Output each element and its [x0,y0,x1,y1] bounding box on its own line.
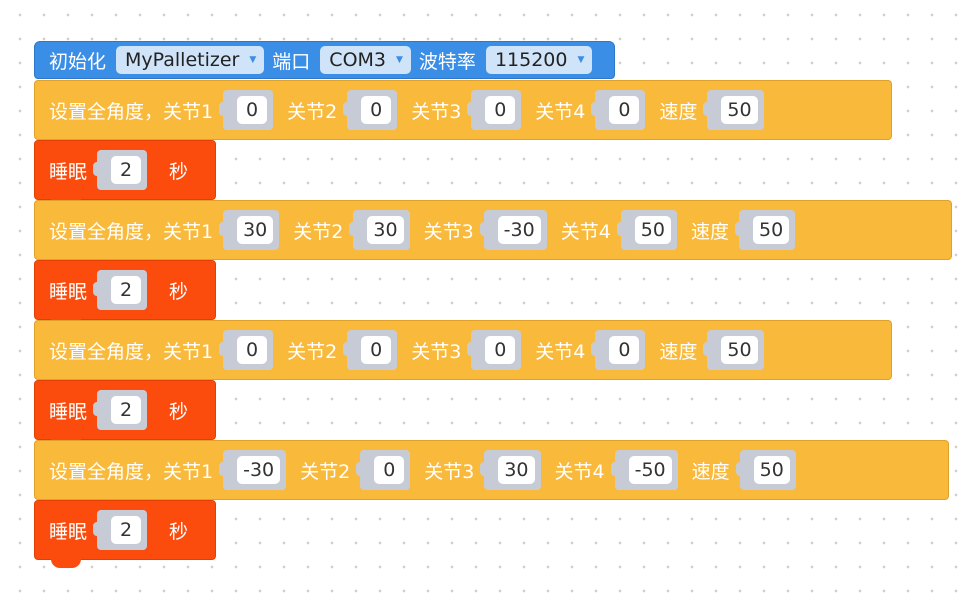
joint4-input[interactable]: 50 [634,216,671,244]
joint2-label: 关节2 [293,220,344,243]
joint4-label: 关节4 [535,340,586,363]
set-angles-label: 设置全角度，关节1 [49,340,214,363]
joint3-socket: 0 [467,90,522,130]
device-value: MyPalletizer [125,49,240,71]
device-dropdown[interactable]: MyPalletizer ▼ [116,46,265,74]
joint3-label: 关节3 [424,460,475,483]
speed-label: 速度 [659,100,698,123]
sleep-input[interactable]: 2 [111,396,142,424]
sleep-label: 睡眠 [49,280,88,303]
seconds-label: 秒 [169,280,189,303]
dropdown-arrow-icon: ▼ [396,55,403,65]
sleep-socket: 2 [93,150,148,190]
seconds-label: 秒 [169,160,189,183]
sleep-block[interactable]: 睡眠 2 秒 [34,500,216,568]
joint4-socket: 0 [591,330,646,370]
speed-input[interactable]: 50 [753,456,790,484]
joint3-input[interactable]: 0 [485,96,516,124]
joint3-socket: -30 [479,210,547,250]
joint4-socket: 50 [616,210,677,250]
speed-input[interactable]: 50 [753,216,790,244]
seconds-label: 秒 [169,400,189,423]
sleep-socket: 2 [93,390,148,430]
set-angles-block[interactable]: 设置全角度，关节1 0 关节2 0 关节3 0 关节4 0 速度 50 [34,320,892,380]
joint4-input[interactable]: -50 [628,456,672,484]
joint3-socket: 30 [480,450,541,490]
joint2-label: 关节2 [287,100,338,123]
speed-input[interactable]: 50 [721,336,758,364]
joint4-socket: -50 [610,450,678,490]
joint2-label: 关节2 [287,340,338,363]
sleep-input[interactable]: 2 [111,516,142,544]
baud-dropdown[interactable]: 115200 ▼ [485,46,593,74]
joint4-label: 关节4 [560,220,611,243]
joint4-input[interactable]: 0 [609,96,640,124]
joint3-label: 关节3 [411,100,462,123]
sleep-block[interactable]: 睡眠 2 秒 [34,140,216,208]
sleep-block[interactable]: 睡眠 2 秒 [34,260,216,328]
set-angles-block[interactable]: 设置全角度，关节1 0 关节2 0 关节3 0 关节4 0 速度 50 [34,80,892,140]
joint2-input[interactable]: 0 [361,96,392,124]
joint1-socket: 0 [219,330,274,370]
joint2-input[interactable]: 0 [361,336,392,364]
baud-label: 波特率 [418,50,476,73]
speed-label: 速度 [659,340,698,363]
joint3-socket: 0 [467,330,522,370]
init-label: 初始化 [49,50,107,73]
joint4-label: 关节4 [535,100,586,123]
port-dropdown[interactable]: COM3 ▼ [320,46,411,74]
speed-input[interactable]: 50 [721,96,758,124]
port-label: 端口 [272,50,311,73]
speed-socket: 50 [703,330,764,370]
joint2-input[interactable]: 30 [367,216,404,244]
joint1-socket: -30 [219,450,287,490]
joint1-input[interactable]: 30 [237,216,274,244]
sleep-socket: 2 [93,510,148,550]
sleep-label: 睡眠 [49,400,88,423]
joint2-socket: 0 [343,330,398,370]
dropdown-arrow-icon: ▼ [249,55,257,65]
joint3-input[interactable]: 30 [498,456,535,484]
baud-value: 115200 [494,49,568,71]
joint3-input[interactable]: -30 [497,216,541,244]
sleep-label: 睡眠 [49,160,88,183]
joint4-label: 关节4 [554,460,605,483]
init-block[interactable]: 初始化 MyPalletizer ▼ 端口 COM3 ▼ 波特率 115200 … [34,41,616,79]
dropdown-arrow-icon: ▼ [577,55,585,65]
speed-socket: 50 [703,90,764,130]
speed-socket: 50 [735,450,796,490]
joint2-input[interactable]: 0 [374,456,405,484]
speed-label: 速度 [690,220,729,243]
set-angles-label: 设置全角度，关节1 [49,220,214,243]
sleep-socket: 2 [93,270,148,310]
joint2-label: 关节2 [300,460,351,483]
port-value: COM3 [329,49,386,71]
joint3-label: 关节3 [423,220,474,243]
joint4-socket: 0 [591,90,646,130]
joint2-socket: 30 [349,210,410,250]
joint3-label: 关节3 [411,340,462,363]
joint1-socket: 30 [219,210,280,250]
joint4-input[interactable]: 0 [609,336,640,364]
joint2-socket: 0 [356,450,411,490]
sleep-label: 睡眠 [49,520,88,543]
seconds-label: 秒 [169,520,189,543]
set-angles-block[interactable]: 设置全角度，关节1 30 关节2 30 关节3 -30 关节4 50 速度 50 [34,200,952,260]
speed-socket: 50 [734,210,796,250]
joint1-input[interactable]: 0 [237,336,268,364]
set-angles-label: 设置全角度，关节1 [49,460,214,483]
joint3-input[interactable]: 0 [485,336,516,364]
joint1-input[interactable]: 0 [237,96,268,124]
sleep-input[interactable]: 2 [111,276,142,304]
joint1-socket: 0 [219,90,274,130]
speed-label: 速度 [691,460,730,483]
sleep-block[interactable]: 睡眠 2 秒 [34,380,216,448]
set-angles-block[interactable]: 设置全角度，关节1 -30 关节2 0 关节3 30 关节4 -50 速度 50 [34,440,949,500]
joint1-input[interactable]: -30 [237,456,281,484]
set-angles-label: 设置全角度，关节1 [49,100,214,123]
sleep-input[interactable]: 2 [111,156,142,184]
blockly-workspace[interactable]: 初始化 MyPalletizer ▼ 端口 COM3 ▼ 波特率 115200 … [0,0,975,601]
joint2-socket: 0 [343,90,398,130]
